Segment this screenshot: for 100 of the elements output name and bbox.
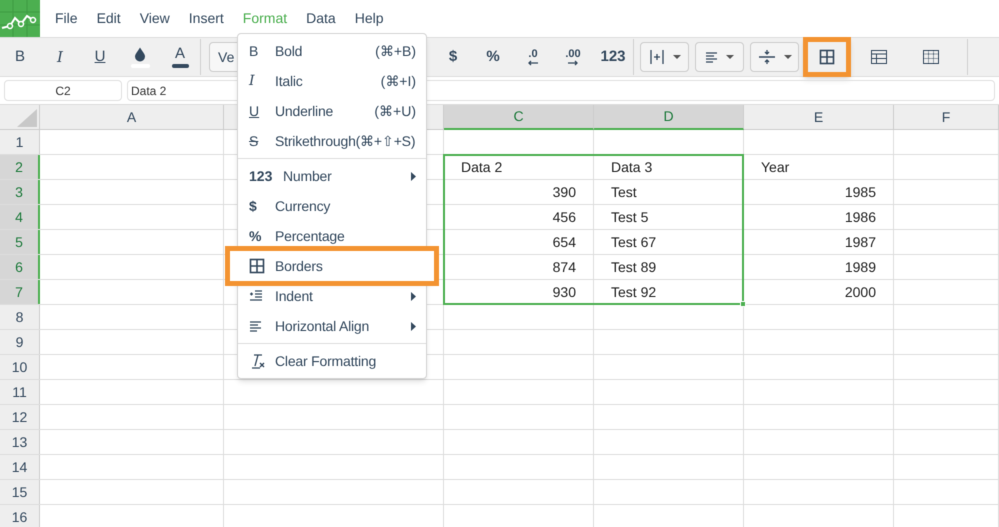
column-header[interactable]: A <box>40 105 224 130</box>
fill-handle[interactable] <box>740 301 746 307</box>
align-icon <box>648 49 664 65</box>
decimal-button[interactable]: .00 <box>553 41 593 73</box>
menu-label: Number <box>283 166 332 186</box>
caret-icon <box>672 55 680 59</box>
format-button[interactable]: % <box>473 41 513 73</box>
table-cell-text: Test 89 <box>611 258 656 276</box>
format-button[interactable]: U <box>80 41 120 73</box>
row-header[interactable]: 14 <box>0 455 40 479</box>
shortcut: (⌘+U) <box>374 102 416 121</box>
table-cell-text: Data 2 <box>461 158 502 176</box>
row-header[interactable]: 3 <box>0 180 40 204</box>
row-header[interactable]: 12 <box>0 405 40 429</box>
format-glyph: 123 <box>249 166 272 186</box>
dropdown-button[interactable] <box>695 42 744 72</box>
row-header[interactable]: 7 <box>0 280 40 304</box>
table-cell-text: Test 5 <box>611 208 648 226</box>
row-header[interactable]: 15 <box>0 480 40 504</box>
dropdown-button[interactable] <box>750 42 799 72</box>
table-cell-text: Test 67 <box>611 232 656 252</box>
menu-item[interactable]: Insert <box>188 8 224 29</box>
cell-name-field[interactable]: C2 <box>4 80 122 101</box>
droplet-icon <box>134 46 146 62</box>
table-icon <box>923 50 939 64</box>
decimal-button[interactable]: .0 <box>513 41 553 73</box>
text-color-letter: A <box>174 46 185 62</box>
menu-option[interactable]: Horizontal Align <box>238 311 426 341</box>
format-button[interactable]: $ <box>433 41 473 73</box>
table-cell-text: Year <box>761 158 790 176</box>
menu-item[interactable]: Help <box>354 8 384 29</box>
shortcut: (⌘+B) <box>375 42 416 61</box>
format-glyph: $ <box>249 196 257 216</box>
row-header[interactable]: 4 <box>0 205 40 229</box>
menu-label: Clear Formatting <box>275 352 376 371</box>
text-color-button[interactable]: A <box>160 41 200 73</box>
dropdown-button[interactable] <box>640 42 689 72</box>
format-button[interactable]: B <box>0 41 40 73</box>
table-cell-text: 1989 <box>844 258 876 276</box>
menu-option[interactable]: B Bold (⌘+B) <box>238 36 426 66</box>
column-header[interactable]: C <box>444 105 594 130</box>
table-cell-text: 1985 <box>844 182 876 202</box>
format-glyph: B <box>249 42 258 60</box>
row-header[interactable]: 16 <box>0 505 40 527</box>
table-icon <box>871 50 887 64</box>
row-header[interactable]: 11 <box>0 380 40 404</box>
menu-item[interactable]: View <box>140 8 170 29</box>
arrow-left-icon <box>527 60 539 66</box>
menu-item[interactable]: File <box>55 8 78 29</box>
row-header[interactable]: 13 <box>0 430 40 454</box>
table-cell-text: 874 <box>552 258 576 276</box>
borders-icon <box>819 49 835 65</box>
menu-label: Underline <box>275 102 334 120</box>
arrow-right-icon <box>567 60 579 66</box>
decimal-label: .0 <box>528 48 538 60</box>
table-cell-text: 390 <box>552 182 576 202</box>
table-cell-text: Test <box>611 182 637 202</box>
menu-label: Horizontal Align <box>275 316 370 336</box>
menu-option[interactable]: Borders <box>230 251 434 281</box>
menu-item[interactable]: Data <box>306 8 336 29</box>
column-header[interactable]: E <box>744 105 894 130</box>
table-cell-text: 930 <box>552 282 576 302</box>
table-cell-text: 456 <box>552 208 576 226</box>
menu-option[interactable]: Indent <box>238 281 426 311</box>
color-swatch <box>172 64 188 68</box>
row-header[interactable]: 6 <box>0 255 40 279</box>
format-button[interactable]: I <box>40 41 80 73</box>
caret-icon <box>784 55 792 59</box>
column-header[interactable]: D <box>594 105 744 130</box>
decimal-label: .00 <box>565 48 581 60</box>
indent-icon <box>249 290 263 302</box>
table-cell-text: 654 <box>552 232 576 252</box>
table-cell-text: Data 3 <box>611 158 652 176</box>
format-button[interactable]: 123 <box>593 41 633 73</box>
table-cell-text: 1986 <box>844 208 876 226</box>
border-style-button[interactable] <box>803 37 851 77</box>
menu-option[interactable]: % Percentage <box>238 221 426 251</box>
table-cell-text: 1987 <box>844 232 876 252</box>
clear-format-icon <box>249 353 265 369</box>
format-glyph: % <box>249 226 262 246</box>
menu-item[interactable]: Edit <box>96 8 121 29</box>
row-header[interactable]: 1 <box>0 130 40 154</box>
row-header[interactable]: 2 <box>0 155 40 179</box>
menu-label: Strikethrough(⌘+⇧+S) <box>275 132 416 151</box>
menu-label: Percentage <box>275 226 345 246</box>
row-header[interactable]: 10 <box>0 355 40 379</box>
row-header[interactable]: 5 <box>0 230 40 254</box>
menu-option[interactable]: S Strikethrough(⌘+⇧+S) <box>238 126 426 156</box>
align-icon <box>705 52 718 62</box>
table-cell-text: Test 92 <box>611 282 656 302</box>
format-glyph: S <box>249 132 258 150</box>
menu-label: Indent <box>275 286 313 306</box>
menu-option[interactable]: Clear Formatting <box>238 346 426 376</box>
column-header[interactable]: F <box>894 105 999 130</box>
row-header[interactable]: 8 <box>0 305 40 329</box>
menu-option[interactable]: 123 Number <box>238 161 426 191</box>
menu-label: Currency <box>275 196 330 216</box>
row-header[interactable]: 9 <box>0 330 40 354</box>
format-glyph: U <box>249 102 260 120</box>
menu-option[interactable]: $ Currency <box>238 191 426 221</box>
